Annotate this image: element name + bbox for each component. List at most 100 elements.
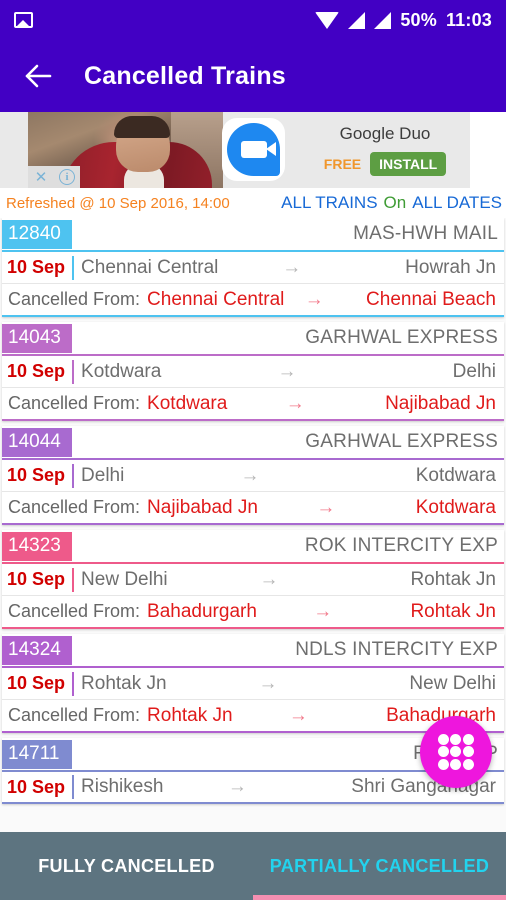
train-number-badge: 12840 bbox=[2, 219, 72, 249]
route-arrow-icon: → bbox=[258, 672, 278, 694]
ad-details: Google Duo FREE INSTALL bbox=[300, 112, 470, 188]
fab-dot bbox=[437, 733, 449, 745]
grid-apps-icon-fab[interactable] bbox=[420, 716, 492, 788]
fab-dot bbox=[463, 759, 475, 771]
cancelled-from-label: Cancelled From: bbox=[8, 705, 141, 725]
filter-all-trains[interactable]: ALL TRAINS bbox=[281, 193, 377, 213]
tab-partially-cancelled[interactable]: PARTIALLY CANCELLED bbox=[253, 832, 506, 900]
train-date: 10 Sep bbox=[2, 463, 75, 488]
train-route-row: 10 Sep Delhi → Kotdwara bbox=[2, 458, 504, 492]
page-title: Cancelled Trains bbox=[84, 61, 286, 90]
battery-percentage: 50% bbox=[400, 9, 437, 30]
fab-dot bbox=[437, 759, 449, 771]
filter-all-dates[interactable]: ALL DATES bbox=[412, 193, 502, 213]
clock-time: 11:03 bbox=[445, 9, 492, 30]
train-destination-station: Delhi bbox=[452, 360, 496, 382]
cancelled-arrow-icon: → bbox=[316, 496, 336, 518]
ad-image: ✕ i bbox=[28, 112, 223, 188]
route-arrow-icon: → bbox=[227, 776, 247, 797]
cancelled-section-row: Cancelled From: Chennai Central → Chennai B… bbox=[2, 284, 504, 317]
ad-cta: FREE INSTALL bbox=[323, 152, 447, 176]
cancelled-arrow-icon: → bbox=[288, 704, 308, 726]
status-bar-left bbox=[14, 12, 33, 28]
train-route-row: 10 Sep New Delhi → Rohtak Jn bbox=[2, 562, 504, 596]
train-card[interactable]: 14044 GARHWAL EXPRESS 10 Sep Delhi → Kotdwara… bbox=[2, 426, 504, 525]
ad-app-name: Google Duo bbox=[339, 124, 431, 143]
train-source-station: Rishikesh bbox=[81, 776, 164, 797]
train-source-station: New Delhi bbox=[81, 568, 168, 590]
ad-install-button[interactable]: INSTALL bbox=[370, 152, 447, 176]
camera-glyph bbox=[240, 141, 276, 158]
train-card-header: 12840 MAS-HWH MAIL bbox=[2, 218, 504, 250]
cancelled-section-row: Cancelled From: Najibabad Jn → Kotdwara bbox=[2, 492, 504, 525]
train-source-station: Rohtak Jn bbox=[81, 672, 167, 694]
train-date: 10 Sep bbox=[2, 359, 75, 384]
cancelled-to-station: Rohtak Jn bbox=[410, 600, 496, 622]
train-card-header: 14324 NDLS INTERCITY EXP bbox=[2, 634, 504, 666]
image-icon bbox=[14, 12, 33, 28]
cancelled-section-row: Cancelled From: Bahadurgarh → Rohtak Jn bbox=[2, 596, 504, 629]
refresh-status-text: Refreshed @ 10 Sep 2016, 14:00 bbox=[6, 194, 230, 212]
train-card[interactable]: 14043 GARHWAL EXPRESS 10 Sep Kotdwara → Delhi… bbox=[2, 322, 504, 421]
cancelled-arrow-icon: → bbox=[313, 600, 333, 622]
cancelled-to-station: Kotdwara bbox=[415, 496, 496, 518]
train-card-header: 14323 ROK INTERCITY EXP bbox=[2, 530, 504, 562]
train-number-badge: 14711 bbox=[2, 739, 72, 769]
train-destination-station: Rohtak Jn bbox=[410, 568, 496, 590]
train-number-badge: 14324 bbox=[2, 635, 72, 665]
tab-fully-cancelled[interactable]: FULLY CANCELLED bbox=[0, 832, 253, 900]
train-date: 10 Sep bbox=[2, 255, 75, 280]
cancelled-from-station: Kotdwara bbox=[147, 392, 228, 414]
route-arrow-icon: → bbox=[282, 256, 302, 278]
fab-dot bbox=[437, 746, 449, 758]
info-icon-letter: i bbox=[59, 169, 75, 185]
filter-links: ALL TRAINS On ALL DATES bbox=[281, 193, 502, 213]
train-destination-station: New Delhi bbox=[409, 672, 496, 694]
cancelled-arrow-icon: → bbox=[285, 392, 305, 414]
video-camera-icon bbox=[227, 123, 280, 176]
ad-image-hair bbox=[114, 116, 170, 138]
cancelled-from-station: Chennai Central bbox=[147, 288, 285, 310]
ad-app-icon bbox=[222, 118, 285, 181]
train-date: 10 Sep bbox=[2, 775, 75, 799]
train-number-badge: 14043 bbox=[2, 323, 72, 353]
fab-dot bbox=[450, 746, 462, 758]
back-arrow-icon[interactable] bbox=[18, 56, 58, 96]
cancelled-section-row: Cancelled From: Kotdwara → Najibabad Jn bbox=[2, 388, 504, 421]
info-icon[interactable]: i bbox=[54, 166, 80, 188]
cancelled-from-label: Cancelled From: bbox=[8, 393, 141, 413]
train-number-badge: 14323 bbox=[2, 531, 72, 561]
fab-dot bbox=[463, 733, 475, 745]
train-card-header: 14044 GARHWAL EXPRESS bbox=[2, 426, 504, 458]
train-card[interactable]: 14323 ROK INTERCITY EXP 10 Sep New Delhi → Ro… bbox=[2, 530, 504, 629]
signal-bars-icon-1 bbox=[348, 11, 366, 29]
train-route-row: 10 Sep Chennai Central → Howrah Jn bbox=[2, 250, 504, 284]
fab-dot bbox=[450, 759, 462, 771]
wifi-icon bbox=[315, 11, 340, 29]
ad-price-label: FREE bbox=[323, 156, 362, 172]
train-route-row: 10 Sep Rohtak Jn → New Delhi bbox=[2, 666, 504, 700]
cancelled-from-label: Cancelled From: bbox=[8, 289, 141, 309]
route-arrow-icon: → bbox=[277, 360, 297, 382]
bottom-tab-bar[interactable]: FULLY CANCELLED PARTIALLY CANCELLED bbox=[0, 832, 506, 900]
app-root: 50% 11:03 Cancelled Trains ✕ i Google Du… bbox=[0, 0, 506, 900]
refresh-filter-bar: Refreshed @ 10 Sep 2016, 14:00 ALL TRAIN… bbox=[0, 188, 506, 218]
status-bar: 50% 11:03 bbox=[0, 0, 506, 40]
train-destination-station: Howrah Jn bbox=[405, 256, 496, 278]
fab-dot bbox=[450, 733, 462, 745]
close-icon[interactable]: ✕ bbox=[28, 166, 54, 188]
app-toolbar: Cancelled Trains bbox=[0, 40, 506, 112]
cancelled-from-station: Bahadurgarh bbox=[147, 600, 257, 622]
ad-banner[interactable]: ✕ i Google Duo FREE INSTALL bbox=[0, 112, 506, 188]
cancelled-from-label: Cancelled From: bbox=[8, 601, 141, 621]
train-date: 10 Sep bbox=[2, 567, 75, 592]
train-card[interactable]: 14324 NDLS INTERCITY EXP 10 Sep Rohtak Jn → N… bbox=[2, 634, 504, 733]
ad-controls: ✕ i bbox=[28, 166, 80, 188]
cancelled-arrow-icon: → bbox=[304, 288, 324, 310]
ad-right-padding bbox=[470, 112, 506, 188]
status-bar-right: 50% 11:03 bbox=[315, 10, 492, 31]
train-name: GARHWAL EXPRESS bbox=[305, 431, 498, 452]
train-name: NDLS INTERCITY EXP bbox=[295, 639, 498, 660]
fab-dot bbox=[463, 746, 475, 758]
train-card[interactable]: 12840 MAS-HWH MAIL 10 Sep Chennai Central → H… bbox=[2, 218, 504, 317]
